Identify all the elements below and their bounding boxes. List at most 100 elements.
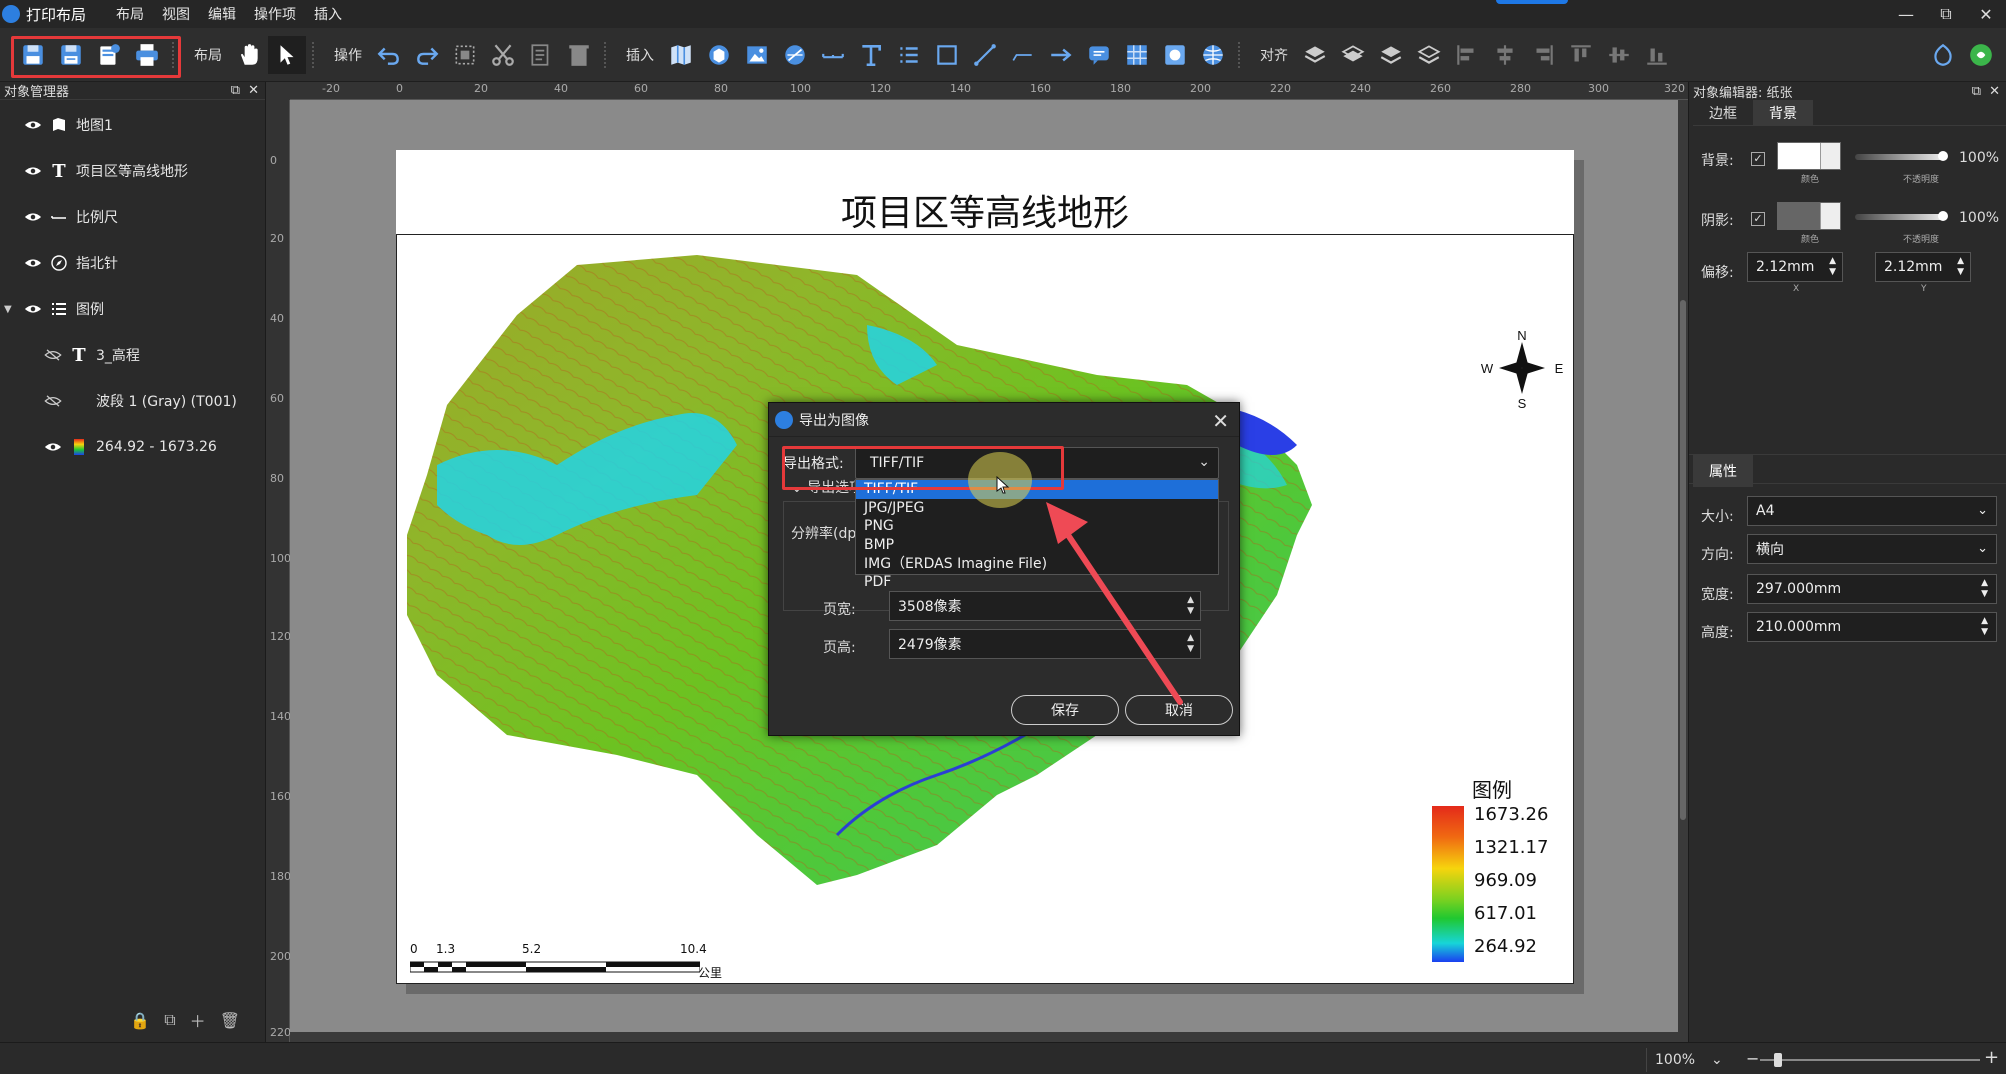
location-icon[interactable] (1924, 36, 1962, 74)
tree-item-elevation[interactable]: T 3_高程 (0, 332, 265, 378)
slider-knob[interactable] (1938, 151, 1948, 161)
shadow-opacity-slider[interactable] (1855, 211, 1948, 221)
align-top-icon[interactable] (1562, 36, 1600, 74)
bring-to-front-icon[interactable] (1296, 36, 1334, 74)
tab-border[interactable]: 边框 (1693, 100, 1753, 125)
shadow-color-swatch[interactable] (1777, 202, 1841, 230)
insert-text-icon[interactable] (852, 36, 890, 74)
visibility-eye-icon[interactable] (24, 211, 42, 223)
align-center-icon[interactable] (1486, 36, 1524, 74)
vertical-scrollbar[interactable] (1678, 100, 1688, 1042)
close-icon[interactable]: ✕ (1966, 0, 2006, 28)
offset-y-input[interactable]: 2.12mm ▲ ▼ (1875, 252, 1971, 282)
eyedropper-icon[interactable] (1820, 203, 1840, 229)
slider-knob[interactable] (1938, 211, 1948, 221)
insert-image-icon[interactable] (738, 36, 776, 74)
spinner-arrows-icon[interactable]: ▲ ▼ (1981, 616, 1988, 638)
collapse-chevron-icon[interactable]: ▼ (4, 304, 18, 315)
insert-arrow-icon[interactable] (1042, 36, 1080, 74)
bring-forward-icon[interactable] (1334, 36, 1372, 74)
spinner-arrows-icon[interactable]: ▲ ▼ (1957, 256, 1964, 278)
copy-icon[interactable] (522, 36, 560, 74)
orientation-select[interactable]: 横向 ⌄ (1747, 534, 1997, 564)
horizontal-scrollbar[interactable] (290, 1032, 1678, 1042)
tree-item-legend[interactable]: ▼ 图例 (0, 286, 265, 332)
minimize-icon[interactable]: — (1886, 0, 1926, 28)
size-select[interactable]: A4 ⌄ (1747, 496, 1997, 526)
dialog-close-icon[interactable]: ✕ (1212, 409, 1229, 433)
menu-insert[interactable]: 插入 (314, 4, 342, 24)
zoom-slider[interactable] (1760, 1053, 1980, 1067)
send-backward-icon[interactable] (1372, 36, 1410, 74)
insert-globe-icon[interactable] (776, 36, 814, 74)
send-to-back-icon[interactable] (1410, 36, 1448, 74)
north-arrow-icon[interactable]: N S E W (1477, 330, 1567, 410)
background-color-swatch[interactable] (1777, 142, 1841, 170)
insert-map-frame-icon[interactable] (700, 36, 738, 74)
visibility-eye-icon[interactable] (24, 257, 42, 269)
align-right-icon[interactable] (1524, 36, 1562, 74)
spinner-arrows-icon[interactable]: ▲ ▼ (1829, 256, 1836, 278)
add-icon[interactable]: ＋ (190, 1008, 206, 1032)
zoom-select[interactable]: 100% ⌄ (1646, 1048, 1738, 1072)
insert-line-icon[interactable] (966, 36, 1004, 74)
insert-rectangle-icon[interactable] (928, 36, 966, 74)
spinner-arrows-icon[interactable]: ▲ ▼ (1981, 578, 1988, 600)
close-panel-icon[interactable]: ✕ (1989, 84, 2000, 99)
hidden-eye-icon[interactable] (44, 349, 62, 361)
trash-icon[interactable]: 🗑 (220, 1011, 240, 1030)
width-input[interactable]: 297.000mm ▲ ▼ (1747, 574, 1997, 604)
float-panel-icon[interactable]: ⧉ (1972, 84, 1981, 99)
select-all-icon[interactable] (446, 36, 484, 74)
zoom-in-icon[interactable]: + (1984, 1047, 1999, 1068)
select-pointer-icon[interactable] (268, 35, 306, 74)
tree-item-map[interactable]: 地图1 (0, 102, 265, 148)
delete-icon[interactable] (560, 36, 598, 74)
undo-icon[interactable] (370, 36, 408, 74)
menu-layout[interactable]: 布局 (116, 4, 144, 24)
visibility-eye-icon[interactable] (24, 165, 42, 177)
background-opacity-slider[interactable] (1855, 151, 1948, 161)
cut-icon[interactable] (484, 36, 522, 74)
status-green-icon[interactable] (1962, 36, 2000, 74)
insert-table-icon[interactable] (1118, 36, 1156, 74)
legend[interactable]: 图例 1673.26 1321.17 969.09 617.01 264.92 (1432, 774, 1562, 974)
insert-frame-icon[interactable] (1156, 36, 1194, 74)
background-checkbox[interactable]: ✓ (1751, 152, 1765, 166)
close-panel-icon[interactable]: ✕ (248, 83, 259, 98)
insert-scalebar-icon[interactable] (814, 36, 852, 74)
lock-icon[interactable]: 🔒 (130, 1011, 150, 1030)
pan-hand-icon[interactable] (230, 36, 268, 74)
tab-background[interactable]: 背景 (1753, 100, 1813, 125)
visibility-eye-icon[interactable] (24, 303, 42, 315)
float-panel-icon[interactable]: ⧉ (231, 83, 240, 98)
height-input[interactable]: 210.000mm ▲ ▼ (1747, 612, 1997, 642)
align-middle-icon[interactable] (1600, 36, 1638, 74)
tree-item-title-text[interactable]: T 项目区等高线地形 (0, 148, 265, 194)
insert-web-icon[interactable] (1194, 36, 1232, 74)
shadow-checkbox[interactable]: ✓ (1751, 212, 1765, 226)
restore-icon[interactable]: ⧉ (1926, 0, 1966, 28)
page-title[interactable]: 项目区等高线地形 (396, 184, 1574, 236)
zoom-out-icon[interactable]: − (1746, 1049, 1759, 1068)
scrollbar-thumb[interactable] (1680, 300, 1686, 820)
eyedropper-icon[interactable] (1820, 143, 1840, 169)
hidden-eye-icon[interactable] (44, 395, 62, 407)
align-left-icon[interactable] (1448, 36, 1486, 74)
tree-item-color-ramp[interactable]: 264.92 - 1673.26 (0, 424, 265, 470)
tab-properties[interactable]: 属性 (1693, 455, 1753, 487)
insert-map-icon[interactable] (662, 36, 700, 74)
scale-bar[interactable]: 0 1.3 5.2 10.4 公里 (410, 942, 730, 982)
menu-edit[interactable]: 编辑 (208, 4, 236, 24)
offset-x-input[interactable]: 2.12mm ▲ ▼ (1747, 252, 1843, 282)
tree-item-compass[interactable]: 指北针 (0, 240, 265, 286)
align-bottom-icon[interactable] (1638, 36, 1676, 74)
redo-icon[interactable] (408, 36, 446, 74)
tree-item-band[interactable]: 波段 1 (Gray) (T001) (0, 378, 265, 424)
visibility-eye-icon[interactable] (24, 119, 42, 131)
visibility-eye-icon[interactable] (44, 441, 62, 453)
insert-polyline-icon[interactable] (1004, 36, 1042, 74)
zoom-slider-knob[interactable] (1774, 1053, 1782, 1067)
insert-legend-icon[interactable] (890, 36, 928, 74)
menu-view[interactable]: 视图 (162, 4, 190, 24)
